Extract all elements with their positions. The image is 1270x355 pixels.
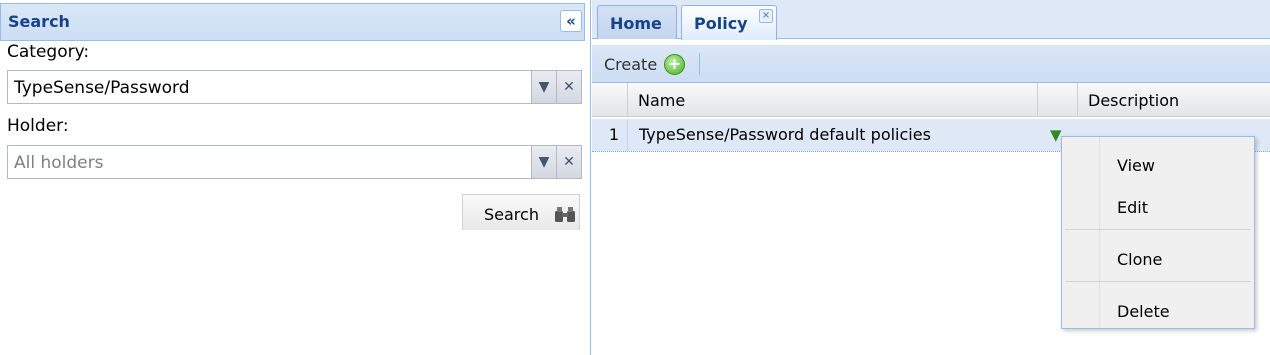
- menu-separator: [1065, 281, 1251, 282]
- tab-close-icon[interactable]: ×: [759, 9, 773, 23]
- search-panel-title: Search: [8, 12, 70, 31]
- holder-clear-icon[interactable]: ✕: [556, 146, 581, 178]
- category-dropdown-icon[interactable]: ▼: [531, 71, 556, 103]
- menu-item-delete[interactable]: Delete: [1117, 302, 1170, 321]
- description-column-header[interactable]: Description: [1078, 83, 1270, 117]
- menu-item-edit[interactable]: Edit: [1117, 198, 1148, 217]
- holder-dropdown-icon[interactable]: ▼: [531, 146, 556, 178]
- search-button[interactable]: Search: [462, 194, 580, 230]
- tab-strip: Home Policy ×: [592, 0, 1270, 40]
- collapse-panel-button[interactable]: «: [560, 10, 582, 32]
- holder-label: Holder:: [7, 116, 69, 136]
- action-column-header: [1038, 83, 1078, 117]
- holder-placeholder[interactable]: All holders: [14, 153, 103, 173]
- menu-item-view[interactable]: View: [1117, 156, 1155, 175]
- toolbar-separator: [699, 53, 700, 75]
- menu-item-clone[interactable]: Clone: [1117, 250, 1162, 269]
- context-menu: View Edit Clone Delete: [1061, 136, 1255, 329]
- tab-policy[interactable]: Policy ×: [681, 5, 777, 40]
- toolbar: Create +: [592, 45, 1270, 83]
- rownumber-header: [592, 83, 628, 117]
- tab-policy-label: Policy: [694, 14, 748, 33]
- tab-home-label: Home: [610, 14, 662, 33]
- grid-header: Name Description: [592, 83, 1270, 117]
- menu-separator: [1065, 229, 1251, 230]
- row-number: 1: [592, 119, 628, 151]
- tab-home[interactable]: Home: [597, 5, 677, 39]
- search-panel-header: Search «: [0, 3, 585, 41]
- search-panel: Search « Category: TypeSense/Password ▼ …: [0, 0, 591, 355]
- row-name[interactable]: TypeSense/Password default policies: [639, 125, 931, 144]
- category-combo[interactable]: TypeSense/Password ▼ ✕: [7, 70, 582, 104]
- create-button[interactable]: Create: [604, 55, 657, 74]
- menu-gutter: [1099, 137, 1100, 328]
- binoculars-icon: [554, 205, 576, 227]
- plus-icon[interactable]: +: [664, 54, 685, 75]
- name-column-header[interactable]: Name: [628, 83, 1038, 117]
- search-button-label: Search: [484, 205, 539, 224]
- category-clear-icon[interactable]: ✕: [556, 71, 581, 103]
- row-action-chevron-icon[interactable]: ▼: [1050, 126, 1062, 144]
- holder-combo[interactable]: All holders ▼ ✕: [7, 145, 582, 179]
- category-value[interactable]: TypeSense/Password: [14, 78, 190, 98]
- category-label: Category:: [7, 42, 90, 62]
